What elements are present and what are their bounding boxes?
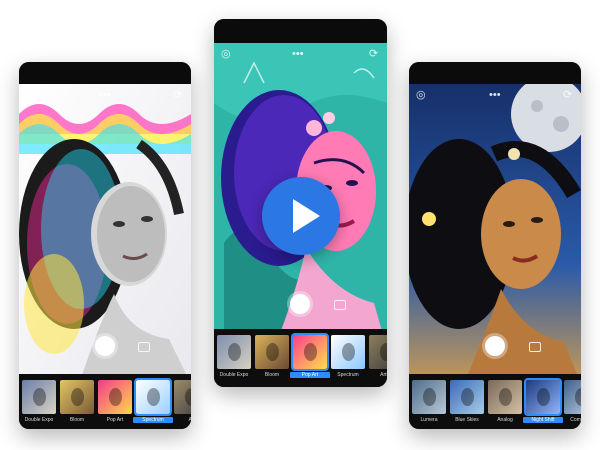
filter-label: Lumera (420, 417, 438, 423)
filter-thumb[interactable] (217, 335, 251, 369)
filter-label: Bloom (264, 372, 280, 378)
filter-label: Double Expo (24, 417, 54, 423)
filter-label: Artful (380, 372, 387, 378)
phone-left: ◎ ••• ⟳ Double Expo Bloom Pop Art Spectrum A… (19, 62, 191, 429)
capture-button[interactable] (95, 336, 115, 356)
filter-strip: Lumera Blue Skies Analog Night Shift Comic S… (409, 374, 581, 429)
filter-thumb[interactable] (331, 335, 365, 369)
status-bar (19, 62, 191, 84)
filter-label: Ar (188, 417, 192, 423)
menu-dots-icon[interactable]: ••• (489, 90, 501, 101)
filter-thumb[interactable] (564, 380, 581, 414)
capture-button[interactable] (485, 336, 505, 356)
filter-thumb-face (109, 388, 122, 406)
filter-thumb-face (499, 388, 512, 406)
filter-thumb-face (380, 343, 387, 361)
filter-thumb[interactable] (488, 380, 522, 414)
filter-thumb-face (266, 343, 279, 361)
filter-thumb[interactable] (291, 333, 329, 371)
filter-thumb-face (147, 388, 160, 406)
refresh-icon[interactable]: ⟳ (563, 90, 572, 101)
filter-thumb[interactable] (524, 378, 562, 416)
filter-thumb[interactable] (174, 380, 191, 414)
circle-icon[interactable]: ◎ (25, 90, 35, 101)
filter-thumb[interactable] (98, 380, 132, 414)
filter-label: Spectrum (337, 372, 359, 378)
filter-label: Comic Sk (570, 417, 581, 423)
filter-thumb-face (304, 343, 317, 361)
filter-thumb-face (423, 388, 436, 406)
gallery-icon[interactable] (334, 300, 346, 310)
filter-thumb[interactable] (22, 380, 56, 414)
filter-strip: Double Expo Bloom Pop Art Spectrum Ar (19, 374, 191, 429)
filter-thumb-face (228, 343, 241, 361)
filter-label: Analog (497, 417, 513, 423)
filter-label: Pop Art (290, 372, 330, 378)
filter-label: Blue Skies (455, 417, 479, 423)
filter-thumb-face (71, 388, 84, 406)
capture-button[interactable] (290, 294, 310, 314)
filter-thumb-face (342, 343, 355, 361)
filter-label: Double Expo (219, 372, 249, 378)
filter-thumb[interactable] (369, 335, 387, 369)
filter-strip: Double Expo Bloom Pop Art Spectrum Artful (214, 329, 387, 387)
circle-icon[interactable]: ◎ (416, 90, 426, 101)
filter-thumb-face (537, 388, 550, 406)
status-bar (214, 19, 387, 43)
filter-thumb-face (33, 388, 46, 406)
filter-label: Night Shift (523, 417, 563, 423)
filter-label: Bloom (69, 417, 85, 423)
filter-label: Spectrum (133, 417, 173, 423)
filter-thumb[interactable] (255, 335, 289, 369)
play-icon (293, 199, 320, 233)
refresh-icon[interactable]: ⟳ (173, 90, 182, 101)
filter-thumb[interactable] (60, 380, 94, 414)
refresh-icon[interactable]: ⟳ (369, 49, 378, 60)
filter-thumb[interactable] (450, 380, 484, 414)
filter-thumb-face (575, 388, 581, 406)
filter-thumb-face (185, 388, 191, 406)
filter-label: Pop Art (106, 417, 124, 423)
play-button[interactable] (262, 177, 340, 255)
status-bar (409, 62, 581, 84)
menu-dots-icon[interactable]: ••• (99, 90, 111, 101)
filter-thumb[interactable] (412, 380, 446, 414)
circle-icon[interactable]: ◎ (221, 49, 231, 60)
gallery-icon[interactable] (138, 342, 150, 352)
menu-dots-icon[interactable]: ••• (292, 49, 304, 60)
phone-right: ◎ ••• ⟳ Lumera Blue Skies Analog Night Shif… (409, 62, 581, 429)
filter-thumb[interactable] (134, 378, 172, 416)
filter-thumb-face (461, 388, 474, 406)
gallery-icon[interactable] (529, 342, 541, 352)
